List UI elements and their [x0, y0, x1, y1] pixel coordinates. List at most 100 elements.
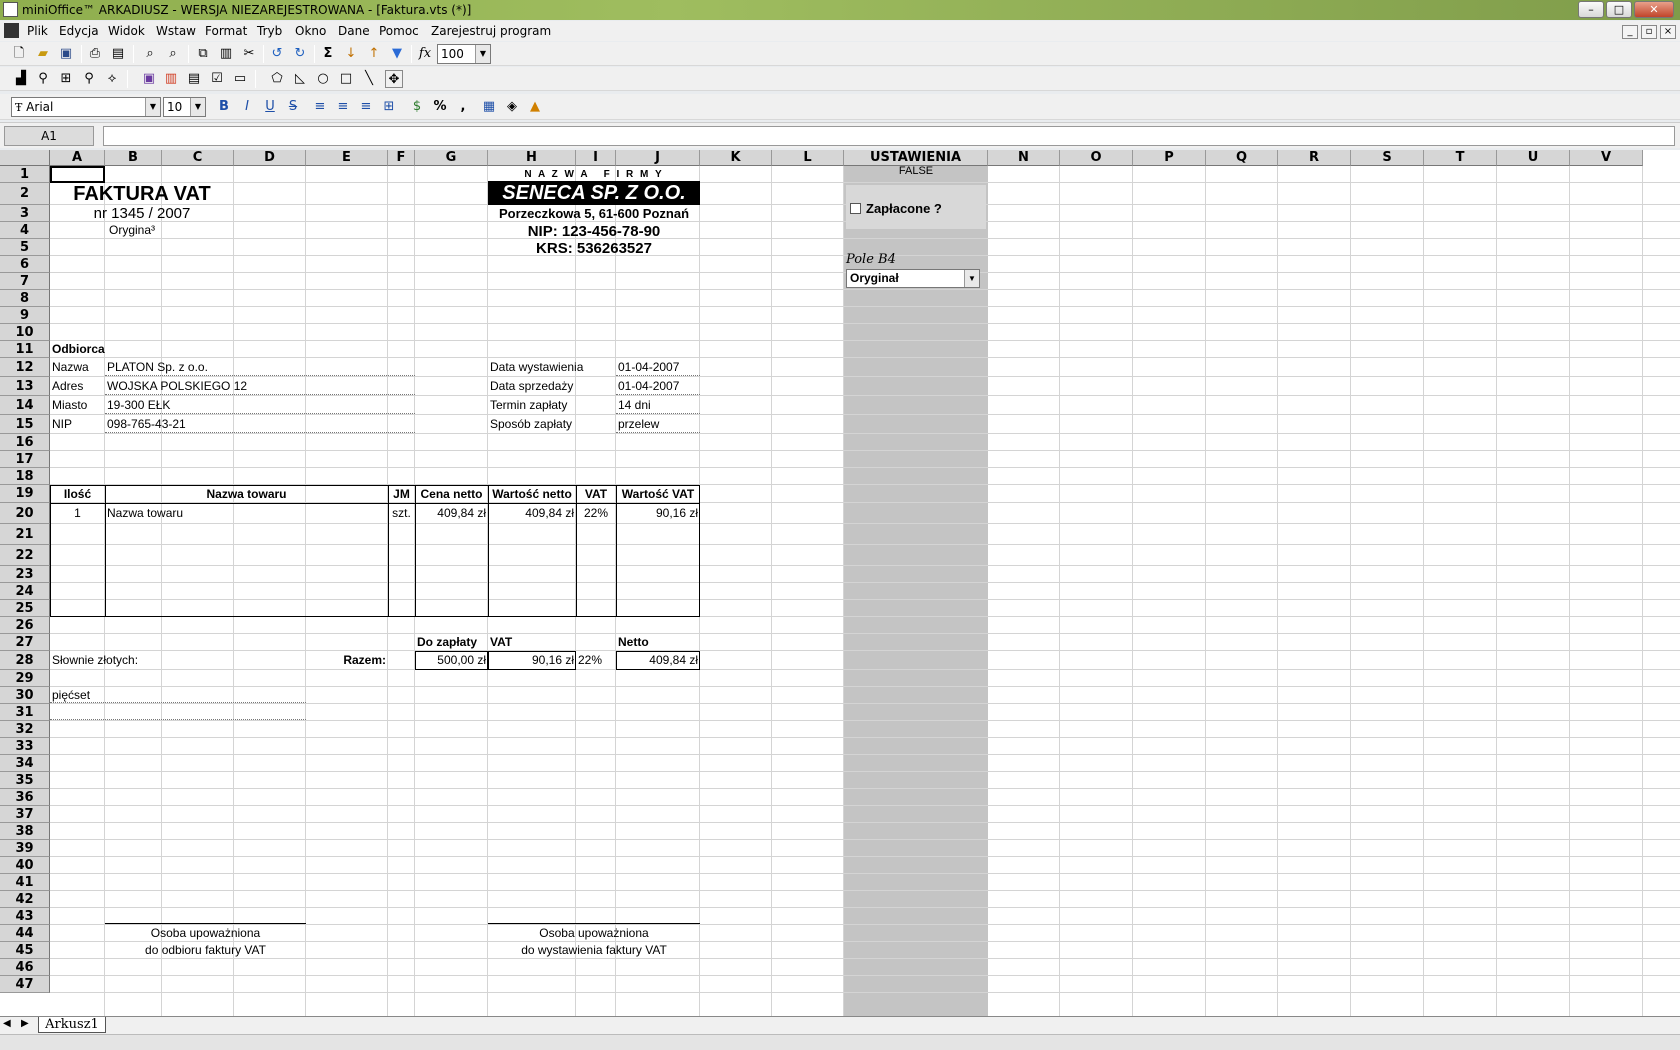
- row-header[interactable]: 30: [0, 687, 50, 704]
- diagram-icon[interactable]: ⚲: [80, 70, 98, 88]
- menu-plik[interactable]: Plik: [27, 24, 48, 38]
- column-header[interactable]: G: [415, 150, 488, 166]
- row-header[interactable]: 38: [0, 823, 50, 840]
- fill-color-icon[interactable]: ◈: [503, 98, 521, 116]
- row-header[interactable]: 29: [0, 670, 50, 687]
- menu-tryb[interactable]: Tryb: [257, 24, 282, 38]
- row-header[interactable]: 2: [0, 183, 50, 205]
- row-header[interactable]: 42: [0, 891, 50, 908]
- align-right-icon[interactable]: ≡: [357, 98, 375, 116]
- maximize-button[interactable]: □: [1606, 1, 1632, 18]
- mdi-close-button[interactable]: ×: [1660, 25, 1676, 39]
- row-header[interactable]: 45: [0, 942, 50, 959]
- connector-icon[interactable]: ⟡: [103, 70, 121, 88]
- row-header[interactable]: 17: [0, 451, 50, 468]
- row-header[interactable]: 3: [0, 205, 50, 222]
- row-header[interactable]: 43: [0, 908, 50, 925]
- image-icon[interactable]: ▣: [140, 70, 158, 88]
- sort-descending-icon[interactable]: ↓: [342, 45, 360, 63]
- selected-cell[interactable]: [50, 166, 105, 183]
- menu-zarejestruj[interactable]: Zarejestruj program: [431, 24, 551, 38]
- column-header[interactable]: U: [1497, 150, 1570, 166]
- row-header[interactable]: 24: [0, 583, 50, 600]
- save-icon[interactable]: ▣: [57, 45, 75, 63]
- column-header[interactable]: L: [772, 150, 844, 166]
- column-header[interactable]: I: [576, 150, 616, 166]
- spreadsheet-grid[interactable]: A B C D E F G H I J K L USTAWIENIA N O P Q R S T U V 1 2 3 4 5 6 7 8 9…: [0, 150, 1680, 1016]
- row-header[interactable]: 8: [0, 290, 50, 307]
- column-header[interactable]: T: [1424, 150, 1497, 166]
- line-icon[interactable]: ╲: [360, 70, 378, 88]
- row-header[interactable]: 37: [0, 806, 50, 823]
- name-box[interactable]: A1: [4, 126, 94, 146]
- chart-icon[interactable]: ▥: [162, 70, 180, 88]
- row-header[interactable]: 11: [0, 341, 50, 358]
- column-header[interactable]: C: [162, 150, 234, 166]
- tab-scroll-left-icon[interactable]: ◀: [3, 1018, 11, 1029]
- chevron-down-icon[interactable]: ▼: [964, 270, 979, 287]
- row-header[interactable]: 25: [0, 600, 50, 617]
- column-header[interactable]: D: [234, 150, 306, 166]
- formula-input[interactable]: [103, 126, 1675, 146]
- row-header[interactable]: 36: [0, 789, 50, 806]
- menu-edycja[interactable]: Edycja: [59, 24, 99, 38]
- form-icon[interactable]: ▤: [185, 70, 203, 88]
- hierarchy-icon[interactable]: ⊞: [57, 70, 75, 88]
- column-header[interactable]: B: [105, 150, 162, 166]
- row-header[interactable]: 1: [0, 166, 50, 183]
- align-left-icon[interactable]: ≡: [311, 98, 329, 116]
- row-header[interactable]: 40: [0, 857, 50, 874]
- row-header[interactable]: 15: [0, 415, 50, 434]
- underline-icon[interactable]: U: [261, 98, 279, 116]
- strikethrough-icon[interactable]: S: [284, 98, 302, 116]
- menu-dane[interactable]: Dane: [338, 24, 370, 38]
- minimize-button[interactable]: –: [1578, 1, 1604, 18]
- font-select[interactable]: Ŧ Arial ▼: [11, 97, 161, 117]
- copy-icon[interactable]: ⧉: [194, 45, 212, 63]
- shape-icon[interactable]: ◺: [291, 70, 309, 88]
- move-icon[interactable]: ✥: [385, 70, 403, 88]
- borders-icon[interactable]: ▦: [480, 98, 498, 116]
- currency-icon[interactable]: $: [408, 98, 426, 116]
- checkbox-control-icon[interactable]: ☑: [208, 70, 226, 88]
- filter-icon[interactable]: ▼: [388, 45, 406, 63]
- row-header[interactable]: 33: [0, 738, 50, 755]
- sum-icon[interactable]: Σ: [319, 45, 337, 63]
- merge-cells-icon[interactable]: ⊞: [380, 98, 398, 116]
- menu-widok[interactable]: Widok: [108, 24, 145, 38]
- row-header[interactable]: 27: [0, 634, 50, 651]
- chart-wizard-icon[interactable]: ▟: [12, 70, 30, 88]
- row-header[interactable]: 5: [0, 239, 50, 256]
- print-preview-icon[interactable]: ▤: [109, 45, 127, 63]
- row-header[interactable]: 16: [0, 434, 50, 451]
- menu-okno[interactable]: Okno: [295, 24, 326, 38]
- column-header[interactable]: S: [1351, 150, 1424, 166]
- cut-icon[interactable]: ✂: [240, 45, 258, 63]
- sheet-tab-arkusz1[interactable]: Arkusz1: [38, 1017, 106, 1033]
- font-color-icon[interactable]: ▲: [526, 98, 544, 116]
- print-icon[interactable]: ⎙: [86, 45, 104, 63]
- column-header[interactable]: R: [1278, 150, 1351, 166]
- align-center-icon[interactable]: ≡: [334, 98, 352, 116]
- row-header[interactable]: 7: [0, 273, 50, 290]
- row-header[interactable]: 12: [0, 358, 50, 377]
- paid-checkbox[interactable]: [850, 203, 861, 214]
- row-header[interactable]: 44: [0, 925, 50, 942]
- menu-format[interactable]: Format: [205, 24, 247, 38]
- column-header[interactable]: P: [1133, 150, 1206, 166]
- row-header[interactable]: 32: [0, 721, 50, 738]
- row-header[interactable]: 39: [0, 840, 50, 857]
- row-header[interactable]: 35: [0, 772, 50, 789]
- new-document-icon[interactable]: 🗋: [10, 45, 28, 63]
- document-icon[interactable]: [4, 23, 19, 38]
- redo-icon[interactable]: ↻: [291, 45, 309, 63]
- percent-icon[interactable]: %: [431, 98, 449, 116]
- select-all-corner[interactable]: [0, 150, 50, 166]
- zoom-select[interactable]: 100 ▼: [437, 44, 491, 64]
- row-header[interactable]: 9: [0, 307, 50, 324]
- row-header[interactable]: 18: [0, 468, 50, 485]
- row-header[interactable]: 19: [0, 485, 50, 503]
- row-header[interactable]: 47: [0, 976, 50, 993]
- row-header[interactable]: 22: [0, 545, 50, 566]
- row-header[interactable]: 21: [0, 524, 50, 545]
